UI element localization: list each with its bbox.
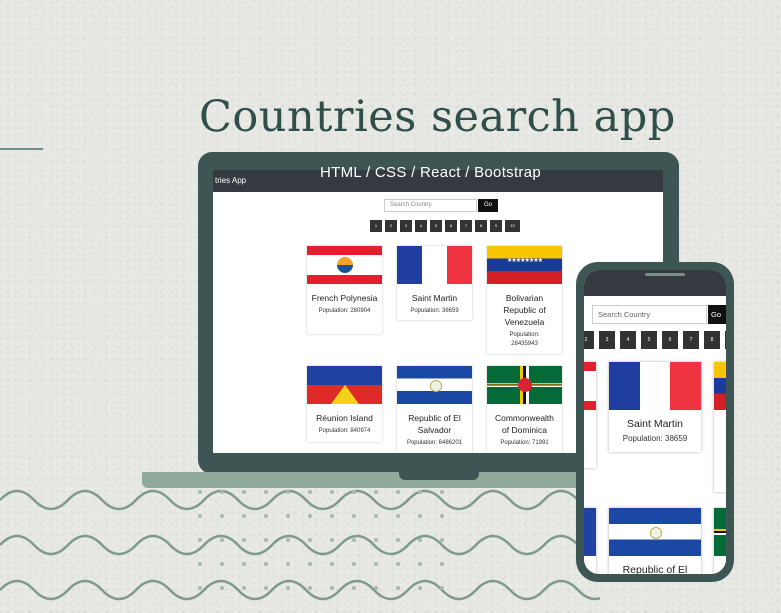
page-button[interactable]: 3 (400, 220, 412, 232)
go-button[interactable]: Go (708, 305, 726, 324)
page-button[interactable]: 8 (704, 331, 720, 349)
page-button[interactable]: 2 (584, 331, 594, 349)
country-card[interactable]: Republic of El (609, 508, 701, 574)
laptop-notch (399, 472, 479, 480)
page-button[interactable]: 6 (445, 220, 457, 232)
reunion-flag (307, 366, 382, 404)
country-card-partial[interactable] (714, 508, 726, 574)
wave-decoration (0, 489, 600, 601)
country-name: Bolivarian Republic of Venezuela (503, 293, 546, 327)
country-name: French Polynesia (311, 293, 378, 303)
page-button[interactable]: 7 (460, 220, 472, 232)
dominica-flag (714, 508, 726, 556)
country-population: Population: 6486201 (406, 440, 463, 446)
country-card[interactable]: Saint Martin Population: 38659 (397, 246, 472, 320)
french-polynesia-flag (584, 362, 596, 410)
country-population: Population: 38659 (622, 434, 688, 443)
page-button[interactable]: 9 (490, 220, 502, 232)
country-population: Population: 840974 (318, 428, 371, 434)
phone-speaker (645, 273, 685, 276)
country-name: Saint Martin (626, 418, 684, 430)
el-salvador-flag (609, 508, 701, 556)
page-button[interactable]: 3 (599, 331, 615, 349)
page-button[interactable]: 4 (415, 220, 427, 232)
page-button[interactable]: 4 (620, 331, 636, 349)
pagination: 1 2 3 4 5 6 7 8 9 10 (370, 220, 520, 232)
page-button[interactable]: 10 (505, 220, 520, 232)
page-button[interactable]: 6 (662, 331, 678, 349)
phone-screen: Search Country Go 2 3 4 5 6 7 8 Saint Ma… (584, 270, 726, 574)
country-card-partial[interactable] (584, 362, 596, 468)
pagination: 2 3 4 5 6 7 8 (584, 331, 726, 349)
country-card[interactable]: French Polynesia Population: 280904 (307, 246, 382, 334)
country-card[interactable]: Réunion Island Population: 840974 (307, 366, 382, 442)
country-card-partial[interactable] (584, 508, 596, 574)
country-card[interactable]: Saint Martin Population: 38659 (609, 362, 701, 452)
page-title: Countries search app (199, 92, 676, 142)
page-button[interactable] (725, 331, 726, 349)
title-accent-line (0, 148, 43, 150)
page-button[interactable]: 5 (641, 331, 657, 349)
dominica-flag (487, 366, 562, 404)
country-name: Commonwealth of Dominica (494, 413, 555, 435)
country-card[interactable]: Republic of El Salvador Population: 6486… (397, 366, 472, 453)
reunion-flag (584, 508, 596, 556)
el-salvador-flag (397, 366, 472, 404)
country-name: Republic of El (622, 564, 688, 574)
country-population: Population: 71991 (500, 440, 549, 446)
country-card-partial[interactable] (714, 362, 726, 492)
search-input[interactable]: Search Country (384, 199, 477, 212)
venezuela-flag: ★★★★★★★★ (487, 246, 562, 284)
country-name: Republic of El Salvador (408, 413, 461, 435)
page-button[interactable]: 8 (475, 220, 487, 232)
country-population: Population: 38659 (410, 308, 459, 314)
country-card[interactable]: Commonwealth of Dominica Population: 719… (487, 366, 562, 453)
page-button[interactable]: 1 (370, 220, 382, 232)
country-name: Réunion Island (316, 413, 373, 423)
page-button[interactable]: 7 (683, 331, 699, 349)
page-button[interactable]: 2 (385, 220, 397, 232)
country-card[interactable]: ★★★★★★★★ Bolivarian Republic of Venezuel… (487, 246, 562, 354)
france-flag (609, 362, 701, 410)
france-flag (397, 246, 472, 284)
go-button[interactable]: Go (478, 199, 498, 212)
country-name: Saint Martin (411, 293, 458, 303)
country-population: Population: 28435943 (509, 332, 540, 347)
tech-stack-caption: HTML / CSS / React / Bootstrap (320, 164, 542, 181)
search-input[interactable]: Search Country (592, 305, 707, 324)
country-population: Population: 280904 (318, 308, 371, 314)
french-polynesia-flag (307, 246, 382, 284)
navbar-brand[interactable]: tries App (215, 176, 246, 185)
page-button[interactable]: 5 (430, 220, 442, 232)
venezuela-flag (714, 362, 726, 410)
